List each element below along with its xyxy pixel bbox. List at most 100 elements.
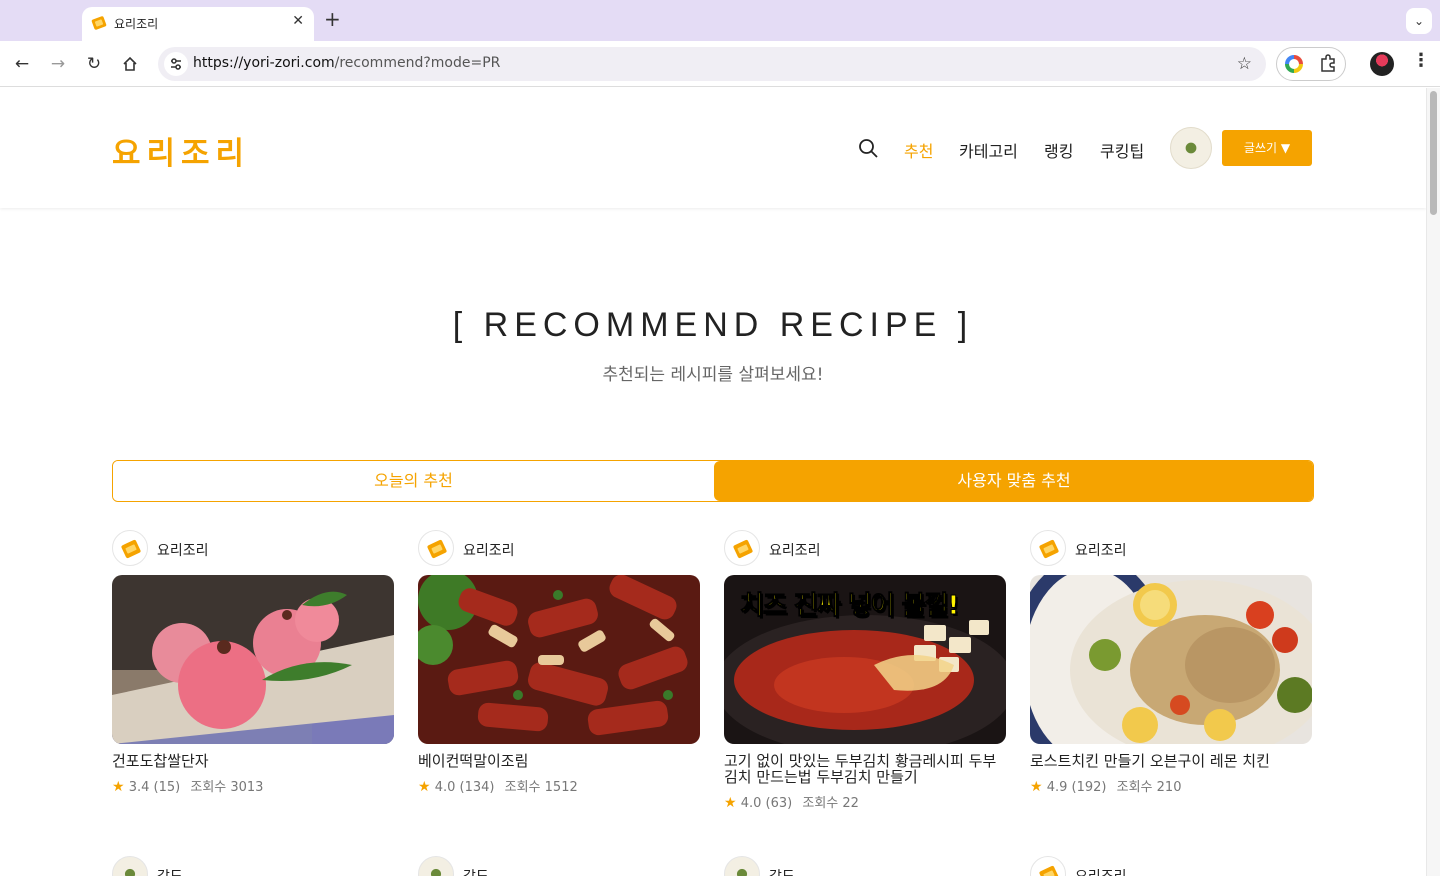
extension-c-icon[interactable] [1285,55,1303,73]
author-logo-icon [1039,865,1059,876]
recipe-review-count: (134) [459,780,495,795]
extensions-puzzle-icon[interactable] [1319,53,1337,77]
author-avatar[interactable] [112,530,148,566]
reload-icon[interactable]: ↻ [82,52,106,76]
page-title: [ RECOMMEND RECIPE ] [452,306,974,344]
author-logo-icon [1039,539,1059,559]
recipe-rating: 4.0 [434,780,456,795]
author-avatar[interactable] [724,856,760,876]
card-author: 감도 [724,856,1006,876]
recipe-views: 조회수 1512 [504,780,578,795]
user-avatar[interactable] [1170,127,1212,169]
author-logo-icon [121,539,141,559]
author-name[interactable]: 감도 [463,866,489,876]
write-button[interactable]: 글쓰기 ▼ [1222,130,1312,166]
recipe-card-author-partial: 감도 [724,856,1006,876]
address-bar[interactable]: https://yori-zori.com/recommend?mode=PR … [158,47,1266,81]
card-author: 요리조리 [724,530,1006,566]
card-author: 감도 [112,856,394,876]
recipe-meta: ★ 4.0 (134) 조회수 1512 [418,776,700,795]
card-author: 요리조리 [1030,530,1312,566]
tab-title: 요리조리 [114,17,159,31]
recipe-review-count: (63) [765,796,793,811]
card-author: 요리조리 [418,530,700,566]
browser-tab-bar: 요리조리 ✕ + ⌄ [0,0,1440,41]
back-arrow-icon[interactable]: ← [10,52,34,76]
recipe-card[interactable]: 요리조리 베이컨떡말이조림 ★ 4.0 (134) 조회수 1512 [418,530,700,795]
author-avatar[interactable] [724,530,760,566]
recipe-title[interactable]: 로스트치킨 만들기 오븐구이 레몬 치킨 [1030,753,1312,769]
tab-close-icon[interactable]: ✕ [292,13,304,29]
recipe-views: 조회수 22 [802,796,859,811]
recipe-rating: 4.0 [740,796,762,811]
url-path: /recommend?mode=PR [334,55,501,71]
tab-today-recommend[interactable]: 오늘의 추천 [113,461,714,501]
recommend-tabs: 오늘의 추천 사용자 맞춤 추천 [112,460,1314,502]
extensions-group [1276,47,1346,81]
recipe-card-author-partial: 감도 [112,856,394,876]
tab-user-recommend[interactable]: 사용자 맞춤 추천 [714,461,1313,501]
recipe-image[interactable]: 치즈 진짜 넣어 볼껄! [724,575,1006,744]
recipe-meta: ★ 4.9 (192) 조회수 210 [1030,776,1312,795]
page-subtitle: 추천되는 레시피를 살펴보세요! [602,365,824,385]
author-avatar[interactable] [112,856,148,876]
recipe-image[interactable] [112,575,394,744]
recipe-views: 조회수 210 [1116,780,1182,795]
url-host: https://yori-zori.com [193,55,335,71]
author-avatar[interactable] [418,530,454,566]
recipe-title[interactable]: 고기 없이 맛있는 두부김치 황금레시피 두부김치 만드는법 두부김치 만들기 [724,753,1006,785]
browser-menu-icon[interactable]: ⋮ [1412,50,1430,71]
author-avatar[interactable] [1030,856,1066,876]
recipe-title[interactable]: 베이컨떡말이조림 [418,753,700,769]
site-info-icon[interactable] [164,52,188,76]
recipe-card-author-partial: 감도 [418,856,700,876]
recipe-image[interactable] [1030,575,1312,744]
author-name[interactable]: 요리조리 [1075,540,1127,560]
recipe-meta: ★ 4.0 (63) 조회수 22 [724,792,1006,811]
recipe-card[interactable]: 요리조리 로스트치킨 만들기 오븐구이 레몬 치킨 ★ 4.9 (192) 조회… [1030,530,1312,795]
card-author: 요리조리 [1030,856,1312,876]
forward-arrow-icon[interactable]: → [46,52,70,76]
recipe-review-count: (15) [153,780,181,795]
page-viewport: 요리조리 추천 카테고리 랭킹 쿠킹팁 글쓰기 ▼ [ RECOMMEND RE… [0,88,1426,876]
star-icon: ★ [1030,779,1043,795]
tab-search-chevron-icon[interactable]: ⌄ [1406,8,1432,34]
nav-recommend[interactable]: 추천 [904,138,933,162]
recipe-rating: 3.4 [128,780,150,795]
nav-category[interactable]: 카테고리 [959,138,1018,162]
site-logo[interactable]: 요리조리 [112,128,250,173]
recipe-views: 조회수 3013 [190,780,264,795]
url-text: https://yori-zori.com/recommend?mode=PR [193,55,500,71]
author-avatar[interactable] [418,856,454,876]
author-name[interactable]: 요리조리 [769,540,821,560]
page-scrollbar[interactable] [1426,88,1440,876]
author-name[interactable]: 요리조리 [157,540,209,560]
recipe-card[interactable]: 요리조리 치즈 진짜 넣어 볼껄! 고기 없이 맛있는 두부김치 황금레시피 두… [724,530,1006,811]
author-name[interactable]: 요리조리 [1075,866,1127,876]
card-author: 요리조리 [112,530,394,566]
star-icon: ★ [418,779,431,795]
star-icon: ★ [724,795,737,811]
author-name[interactable]: 요리조리 [463,540,515,560]
recipe-card[interactable]: 요리조리 건포도찹쌀단자 ★ 3.4 (15) 조회수 3013 [112,530,394,795]
bookmark-star-icon[interactable]: ☆ [1237,54,1252,74]
recipe-rating: 4.9 [1046,780,1068,795]
browser-tab[interactable]: 요리조리 ✕ [82,7,314,41]
new-tab-icon[interactable]: + [324,9,341,29]
author-name[interactable]: 감도 [769,866,795,876]
recipe-meta: ★ 3.4 (15) 조회수 3013 [112,776,394,795]
recipe-image[interactable] [418,575,700,744]
browser-toolbar: ← → ↻ https://yori-zori.com/recommend?mo… [0,41,1440,87]
search-icon[interactable] [858,138,878,158]
nav-ranking[interactable]: 랭킹 [1044,138,1073,162]
author-avatar[interactable] [1030,530,1066,566]
home-icon[interactable] [118,52,142,76]
nav-cooking-tips[interactable]: 쿠킹팁 [1100,138,1144,162]
scrollbar-thumb[interactable] [1430,91,1437,215]
profile-avatar[interactable] [1370,52,1394,76]
recipe-title[interactable]: 건포도찹쌀단자 [112,753,394,769]
image-overlay-caption: 치즈 진짜 넣어 볼껄! [739,591,959,622]
author-name[interactable]: 감도 [157,866,183,876]
author-logo-icon [427,539,447,559]
recipe-review-count: (192) [1071,780,1107,795]
